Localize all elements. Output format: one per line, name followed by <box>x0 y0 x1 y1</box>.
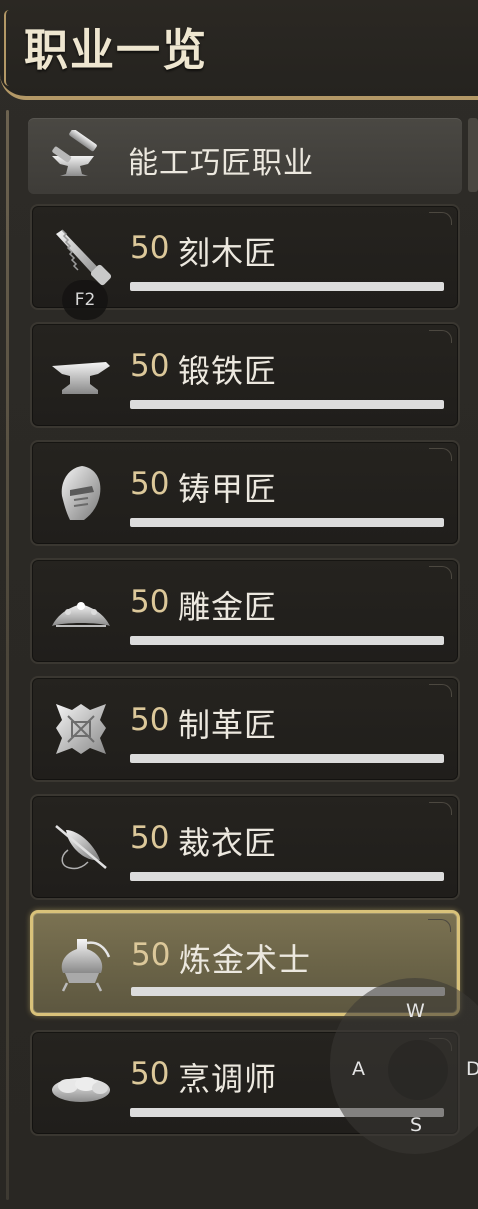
job-name: 裁衣匠 <box>178 824 278 862</box>
job-row-goldsmith[interactable]: 50 雕金匠 <box>30 558 460 664</box>
exp-progress-fill <box>130 282 444 291</box>
job-name: 铸甲匠 <box>178 470 278 508</box>
helmet-icon <box>48 462 114 524</box>
keybind-hint-f2: F2 <box>62 280 108 320</box>
exp-progress-fill <box>130 518 444 527</box>
tiara-icon <box>48 580 114 642</box>
exp-progress-bar <box>130 872 444 881</box>
exp-progress-bar <box>130 518 444 527</box>
needle-spool-icon <box>48 816 114 878</box>
hammer-anvil-icon <box>48 130 104 182</box>
job-name: 雕金匠 <box>178 588 278 626</box>
saw-icon <box>48 226 114 288</box>
job-level: 50 <box>130 1056 170 1092</box>
leather-hide-icon <box>48 698 114 760</box>
job-name: 炼金术士 <box>179 941 312 979</box>
exp-progress-bar <box>130 282 444 291</box>
scrollbar-thumb[interactable] <box>468 118 478 192</box>
joystick-knob[interactable] <box>388 1040 448 1100</box>
job-level: 50 <box>130 702 170 738</box>
job-level: 50 <box>130 348 170 384</box>
joystick-key-down: S <box>410 1114 423 1136</box>
panel-header: 职业一览 <box>0 0 478 100</box>
joystick-key-right: D <box>466 1058 478 1080</box>
category-header-crafters[interactable]: 能工巧匠职业 <box>28 118 462 194</box>
exp-progress-fill <box>130 872 444 881</box>
bread-icon <box>48 1052 114 1114</box>
decorative-side-rail <box>6 110 9 1200</box>
anvil-icon <box>48 344 114 406</box>
job-name: 烹调师 <box>178 1060 278 1098</box>
job-level: 50 <box>130 820 170 856</box>
exp-progress-bar <box>130 754 444 763</box>
joystick-key-up: W <box>406 1000 425 1022</box>
job-name: 制革匠 <box>178 706 278 744</box>
exp-progress-fill <box>130 636 444 645</box>
joystick-key-left: A <box>352 1058 365 1080</box>
job-row-weaver[interactable]: 50 裁衣匠 <box>30 794 460 900</box>
exp-progress-fill <box>130 400 444 409</box>
job-level: 50 <box>130 466 170 502</box>
category-label: 能工巧匠职业 <box>128 146 314 181</box>
exp-progress-bar <box>130 636 444 645</box>
job-name: 锻铁匠 <box>178 352 278 390</box>
job-row-armorer[interactable]: 50 铸甲匠 <box>30 440 460 546</box>
job-list-panel: 职业一览 能工巧匠职业 50 刻木匠 50 锻铁匠 50 铸甲匠 50 雕金匠 … <box>0 0 478 1209</box>
job-row-leatherworker[interactable]: 50 制革匠 <box>30 676 460 782</box>
exp-progress-fill <box>130 754 444 763</box>
job-level: 50 <box>130 230 170 266</box>
job-row-blacksmith[interactable]: 50 锻铁匠 <box>30 322 460 428</box>
job-name: 刻木匠 <box>178 234 278 272</box>
exp-progress-bar <box>130 400 444 409</box>
job-level: 50 <box>130 584 170 620</box>
panel-title: 职业一览 <box>24 25 208 76</box>
job-level: 50 <box>131 937 171 973</box>
alembic-icon <box>49 933 115 995</box>
